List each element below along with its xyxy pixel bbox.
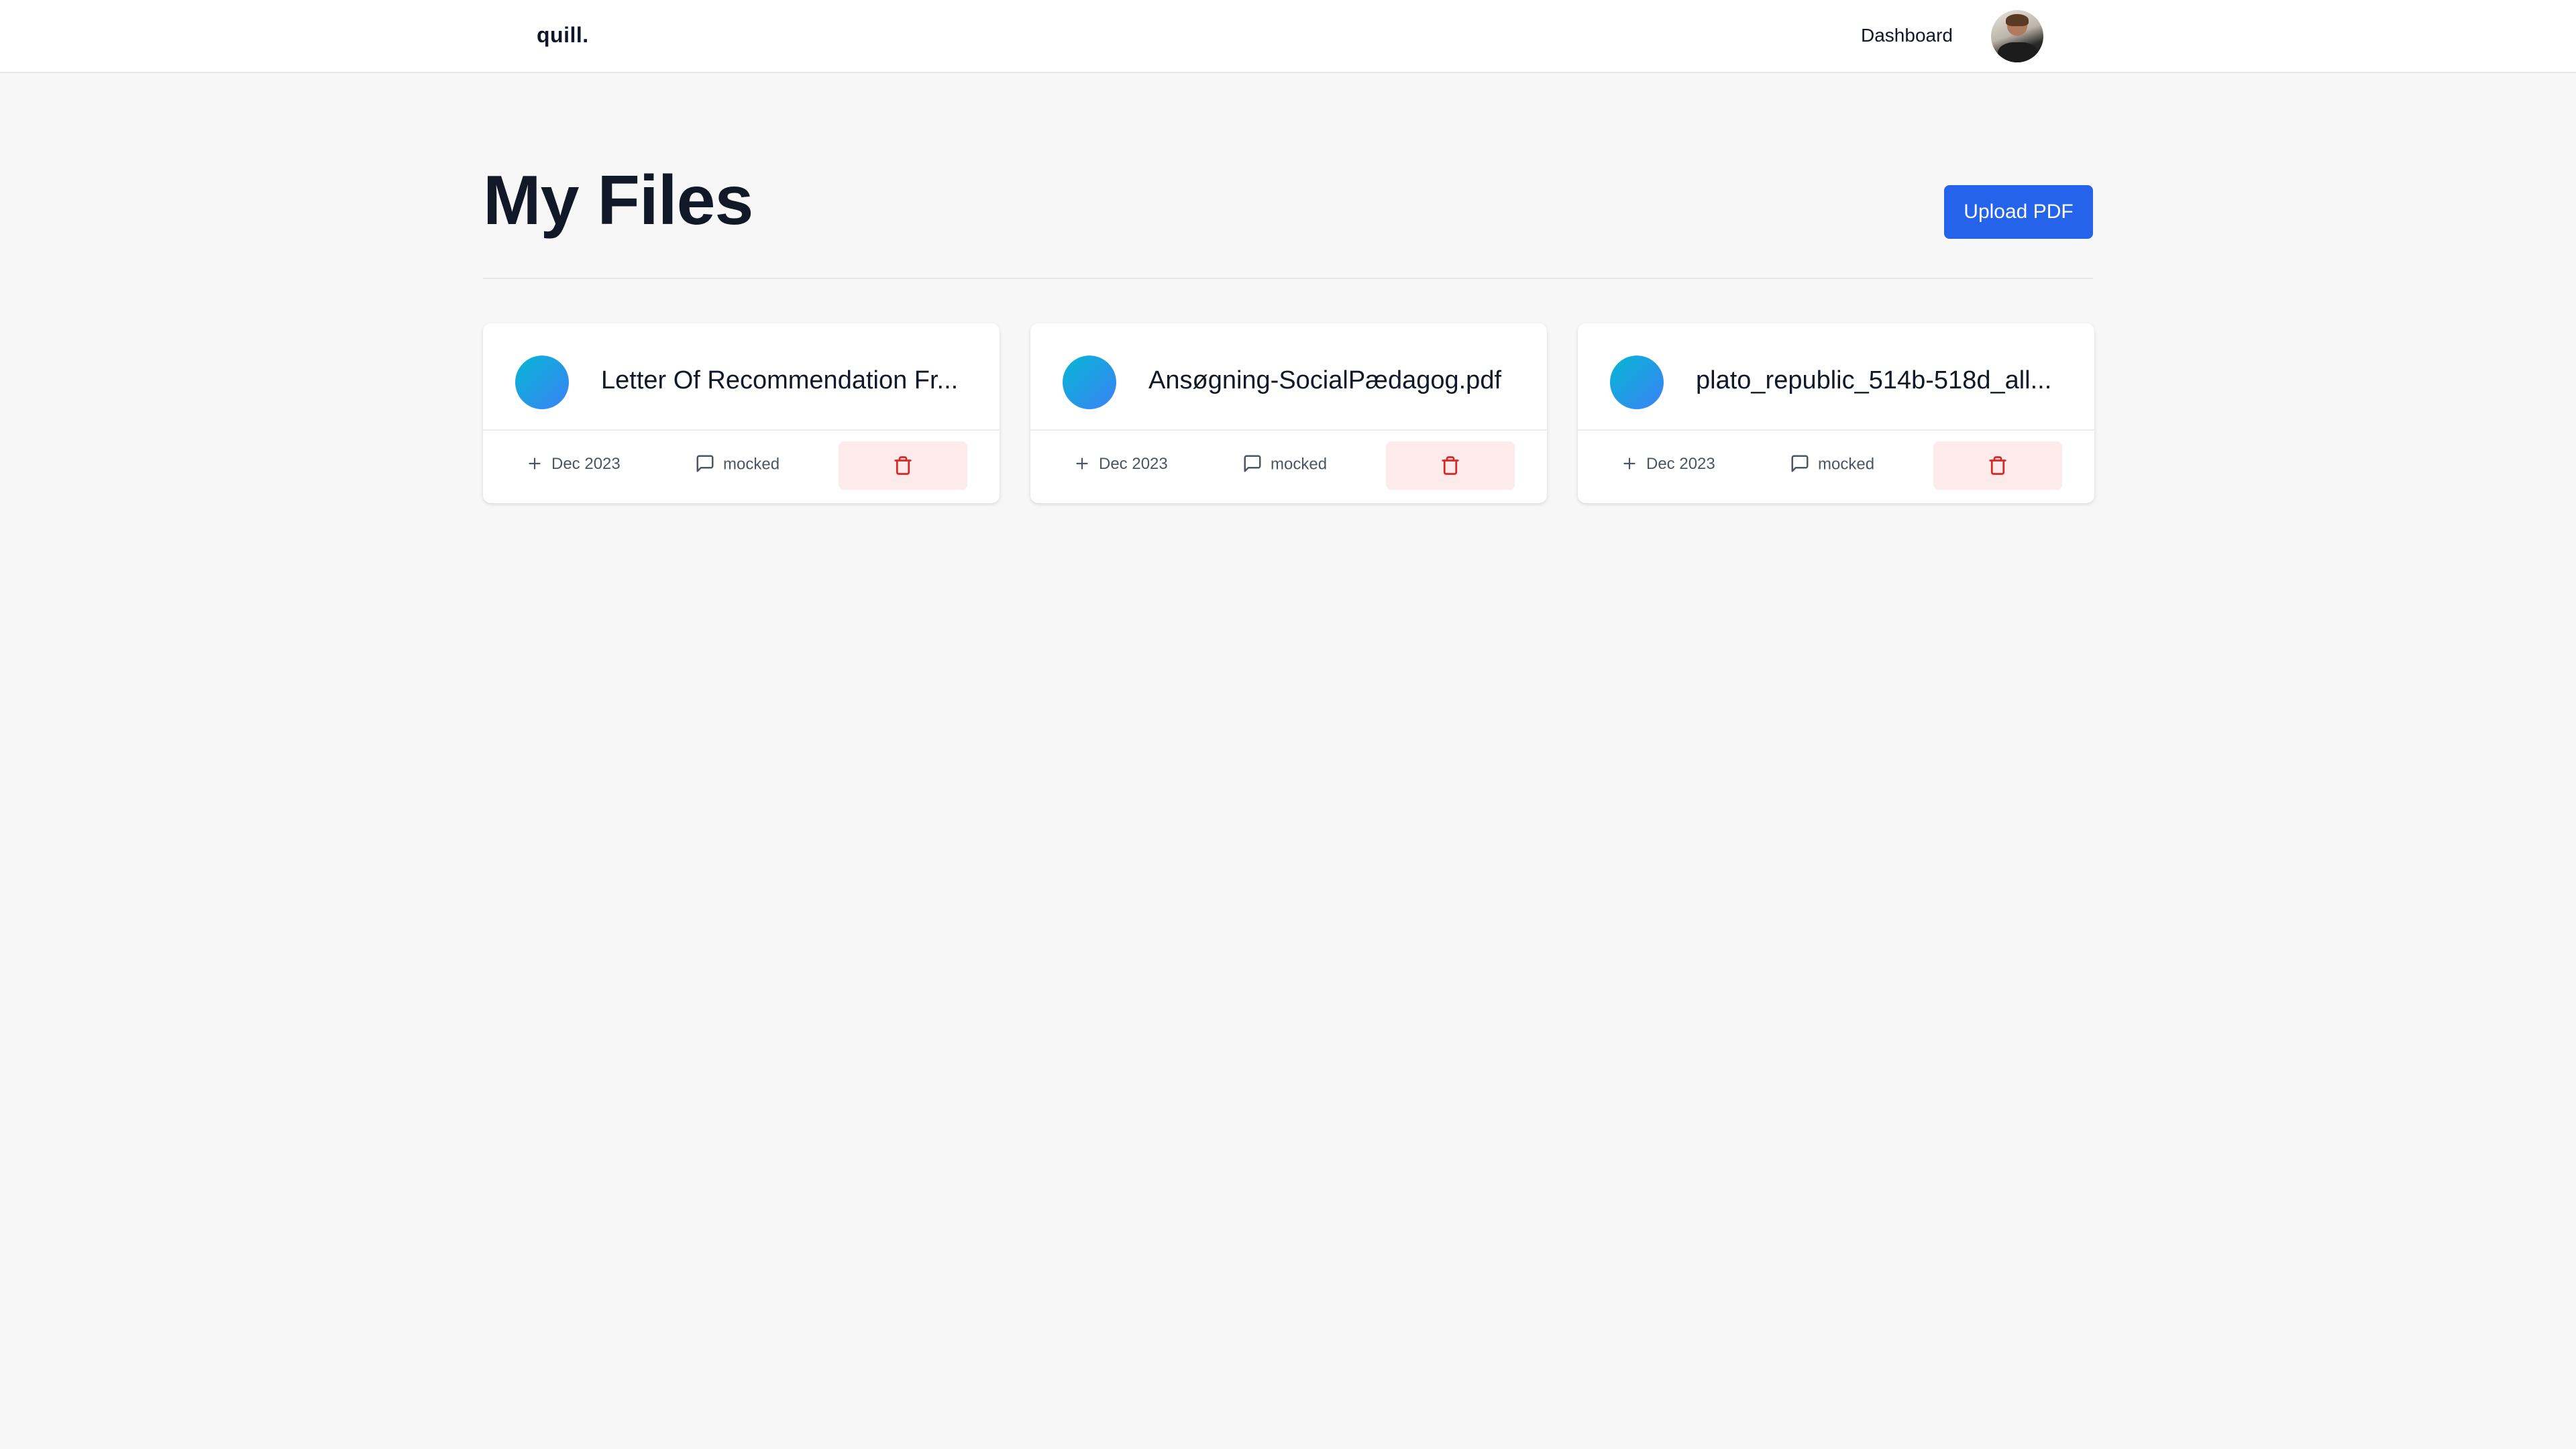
file-date: Dec 2023 bbox=[526, 455, 621, 474]
file-card-link[interactable]: plato_republic_514b-518d_all... bbox=[1578, 323, 2094, 431]
file-gradient-icon bbox=[1063, 356, 1116, 409]
page-title: My Files bbox=[483, 162, 753, 239]
message-square-icon bbox=[1791, 455, 1809, 472]
file-date-text: Dec 2023 bbox=[1099, 455, 1168, 473]
header-divider bbox=[483, 278, 2093, 279]
file-gradient-icon bbox=[515, 356, 569, 409]
top-navbar: quill. Dashboard bbox=[0, 0, 2576, 73]
delete-file-button[interactable] bbox=[839, 441, 967, 490]
file-card: plato_republic_514b-518d_all... Dec 2023… bbox=[1578, 323, 2094, 503]
file-date: Dec 2023 bbox=[1073, 455, 1168, 474]
file-card: Letter Of Recommendation Fr... Dec 2023 … bbox=[483, 323, 1000, 503]
file-messages-text: mocked bbox=[1271, 455, 1328, 474]
user-avatar[interactable] bbox=[1991, 10, 2043, 62]
upload-pdf-button[interactable]: Upload PDF bbox=[1944, 185, 2093, 239]
file-card-link[interactable]: Ansøgning-SocialPædagog.pdf bbox=[1030, 323, 1547, 431]
file-date-text: Dec 2023 bbox=[551, 455, 621, 473]
file-name: Ansøgning-SocialPædagog.pdf bbox=[1148, 366, 1502, 394]
file-messages: mocked bbox=[695, 455, 780, 475]
file-card: Ansøgning-SocialPædagog.pdf Dec 2023 moc… bbox=[1030, 323, 1547, 503]
delete-file-button[interactable] bbox=[1386, 441, 1515, 490]
delete-file-button[interactable] bbox=[1933, 441, 2062, 490]
plus-icon bbox=[1076, 457, 1088, 470]
file-name: Letter Of Recommendation Fr... bbox=[601, 366, 959, 394]
brand-logo-link[interactable]: quill. bbox=[537, 23, 589, 48]
dashboard-link[interactable]: Dashboard bbox=[1861, 25, 1953, 46]
file-date: Dec 2023 bbox=[1621, 455, 1715, 474]
file-messages-text: mocked bbox=[1818, 455, 1875, 474]
avatar-body bbox=[1998, 42, 2038, 62]
trash-icon bbox=[1989, 456, 2006, 475]
message-square-icon bbox=[1244, 455, 1261, 472]
plus-icon bbox=[1623, 457, 1635, 470]
plus-icon bbox=[529, 457, 541, 470]
file-messages-text: mocked bbox=[723, 455, 780, 474]
trash-icon bbox=[894, 456, 912, 475]
message-square-icon bbox=[696, 455, 714, 472]
file-date-text: Dec 2023 bbox=[1646, 455, 1715, 473]
file-gradient-icon bbox=[1610, 356, 1664, 409]
file-messages: mocked bbox=[1242, 455, 1327, 475]
file-messages: mocked bbox=[1790, 455, 1874, 475]
file-name: plato_republic_514b-518d_all... bbox=[1696, 366, 2052, 394]
trash-icon bbox=[1442, 456, 1459, 475]
file-card-link[interactable]: Letter Of Recommendation Fr... bbox=[483, 323, 1000, 431]
avatar-hair bbox=[2006, 14, 2029, 26]
